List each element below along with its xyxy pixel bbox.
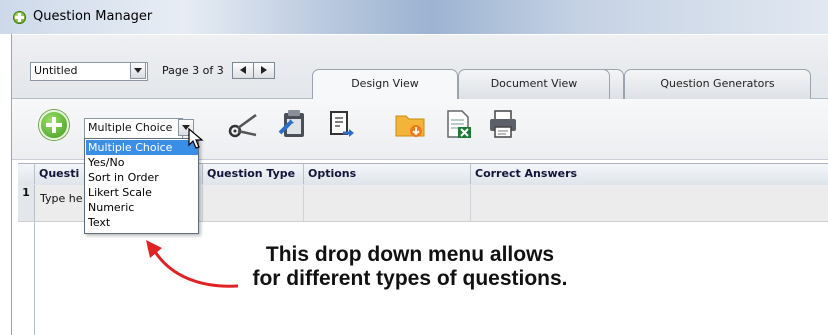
file-select-value: Untitled (34, 64, 78, 77)
import-folder-icon[interactable] (393, 107, 427, 141)
column-divider (202, 185, 203, 221)
chevron-down-icon (134, 68, 142, 73)
cut-icon[interactable] (226, 107, 260, 141)
paste-icon[interactable] (276, 107, 310, 141)
annotation-line-1: This drop down menu allows (265, 243, 555, 266)
export-icon[interactable] (323, 107, 357, 141)
window-title: Question Manager (33, 9, 153, 24)
mouse-cursor-icon (188, 128, 204, 149)
next-page-button[interactable] (253, 62, 275, 79)
excel-export-icon[interactable] (441, 107, 475, 141)
file-select-dropdown-button[interactable] (130, 62, 146, 79)
dropdown-option-text[interactable]: Text (86, 215, 198, 230)
row-number: 1 (18, 185, 35, 221)
dropdown-option-multiple-choice[interactable]: Multiple Choice (86, 140, 198, 155)
dropdown-option-numeric[interactable]: Numeric (86, 200, 198, 215)
tab-document-view[interactable]: Document View (458, 69, 610, 99)
dropdown-option-sort-in-order[interactable]: Sort in Order (86, 170, 198, 185)
column-divider (470, 185, 471, 221)
tab-design-view[interactable]: Design View (312, 69, 458, 100)
page-indicator: Page 3 of 3 (162, 64, 224, 77)
annotation-line-2: for different types of questions. (252, 267, 568, 290)
dropdown-option-yes-no[interactable]: Yes/No (86, 155, 198, 170)
question-cell[interactable]: Type he (40, 192, 83, 205)
arrow-left-icon (240, 66, 246, 74)
prev-page-button[interactable] (232, 62, 254, 79)
question-type-value: Multiple Choice (88, 121, 173, 134)
app-icon (13, 11, 26, 24)
column-divider (303, 185, 304, 221)
add-question-button[interactable] (39, 110, 69, 140)
annotation-text: This drop down menu allows for different… (200, 243, 620, 291)
print-icon[interactable] (486, 107, 520, 141)
column-options[interactable]: Options (303, 163, 470, 184)
dropdown-option-likert-scale[interactable]: Likert Scale (86, 185, 198, 200)
arrow-right-icon (261, 66, 267, 74)
column-correct-answers[interactable]: Correct Answers (470, 163, 828, 184)
tab-question-generators-label[interactable]: Question Generators (624, 69, 811, 99)
column-question-type[interactable]: Question Type (202, 163, 303, 184)
